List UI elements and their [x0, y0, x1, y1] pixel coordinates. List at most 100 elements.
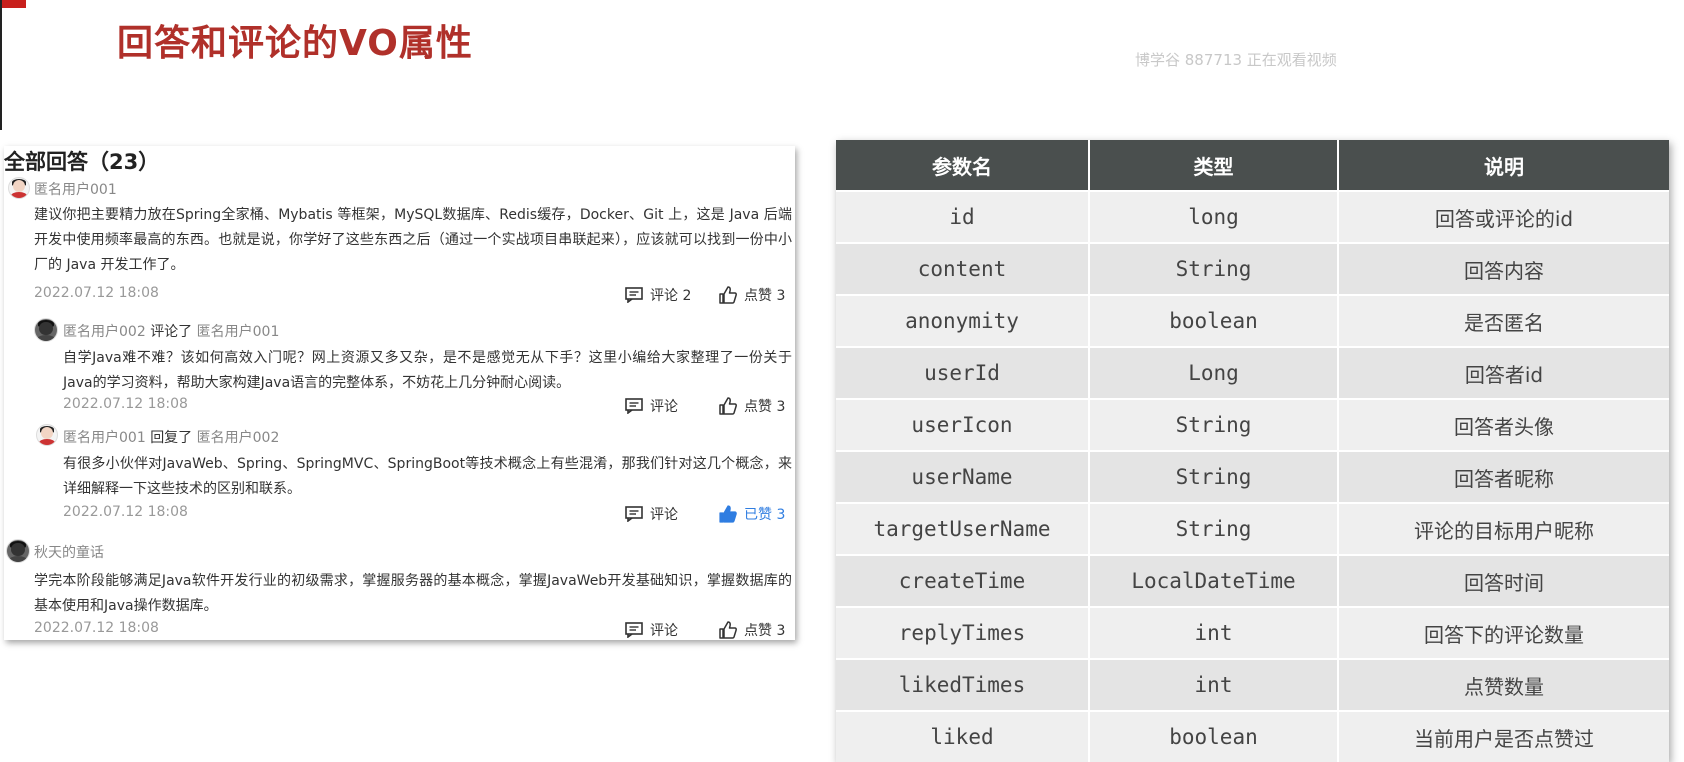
comment-content: 建议你把主要精力放在Spring全家桶、Mybatis 等框架，MySQL数据库… — [34, 207, 792, 273]
type-cell: String — [1089, 450, 1339, 503]
comment-count: 评论 — [650, 623, 678, 639]
description-cell: 评论的目标用户昵称 — [1338, 502, 1669, 555]
table-row: replyTimes int 回答下的评论数量 — [836, 606, 1669, 659]
column-header-description: 说明 — [1338, 140, 1669, 191]
avatar[interactable] — [34, 318, 58, 342]
type-cell: Long — [1089, 346, 1339, 399]
table-row: id long 回答或评论的id — [836, 190, 1669, 243]
type-cell: boolean — [1089, 294, 1339, 347]
comment-icon — [625, 398, 643, 414]
comment-date: 2022.07.12 18:08 — [34, 285, 159, 301]
table-row: liked boolean 当前用户是否点赞过 — [836, 710, 1669, 762]
slide-left-rule — [0, 0, 2, 130]
table-row: userIcon String 回答者头像 — [836, 398, 1669, 451]
column-header-param-name: 参数名 — [836, 140, 1090, 191]
comment-target-user[interactable]: 匿名用户001 — [197, 324, 280, 340]
avatar[interactable] — [36, 424, 58, 446]
slide-title: 回答和评论的VO属性 — [117, 23, 473, 64]
description-cell: 是否匿名 — [1338, 294, 1669, 347]
comment-meta: 匿名用户001 — [34, 179, 117, 199]
param-name-cell: id — [836, 190, 1090, 243]
table-row: userId Long 回答者id — [836, 346, 1669, 399]
answers-panel: 全部回答（23） 匿名用户001 建议你把主要精力放在Spring全家桶、Myb… — [4, 146, 795, 640]
like-count: 已赞 3 — [744, 507, 786, 523]
comment-button[interactable]: 评论 — [625, 620, 678, 640]
like-count: 点赞 3 — [744, 399, 786, 415]
comment-button[interactable]: 评论 — [625, 396, 678, 416]
description-cell: 回答者id — [1338, 346, 1669, 399]
thumbs-up-icon — [719, 397, 737, 415]
comment-content: 学完本阶段能够满足Java软件开发行业的初级需求，掌握服务器的基本概念，掌握Ja… — [34, 573, 792, 614]
comment-count: 评论 2 — [650, 288, 692, 304]
like-count: 点赞 3 — [744, 623, 786, 639]
thumbs-up-filled-icon — [719, 505, 737, 523]
type-cell: long — [1089, 190, 1339, 243]
comment-meta: 匿名用户002 评论了 匿名用户001 — [63, 321, 279, 341]
comment-count: 评论 — [650, 399, 678, 415]
param-name-cell: userIcon — [836, 398, 1090, 451]
thumbs-up-icon — [719, 621, 737, 639]
table-header-row: 参数名 类型 说明 — [836, 140, 1669, 191]
like-button[interactable]: 点赞 3 — [719, 620, 785, 640]
comment-user[interactable]: 匿名用户002 — [63, 324, 146, 340]
param-name-cell: userName — [836, 450, 1090, 503]
comment-meta: 秋天的童话 — [34, 542, 104, 562]
comment-user[interactable]: 匿名用户001 — [34, 182, 117, 198]
comment-date: 2022.07.12 18:08 — [34, 620, 159, 636]
description-cell: 回答者头像 — [1338, 398, 1669, 451]
like-button[interactable]: 点赞 3 — [719, 396, 785, 416]
video-watermark: 博学谷 887713 正在观看视频 — [1135, 51, 1337, 69]
avatar[interactable] — [8, 177, 30, 199]
comment-button[interactable]: 评论 2 — [625, 285, 691, 305]
liked-button[interactable]: 已赞 3 — [719, 504, 785, 524]
comment-target-user[interactable]: 匿名用户002 — [197, 430, 280, 446]
param-name-cell: anonymity — [836, 294, 1090, 347]
thumbs-up-icon — [719, 286, 737, 304]
table-row: targetUserName String 评论的目标用户昵称 — [836, 502, 1669, 555]
comment-content: 自学Java难不难？该如何高效入门呢？网上资源又多又杂，是不是感觉无从下手？这里… — [63, 350, 792, 391]
comment-icon — [625, 506, 643, 522]
slide-corner-mark — [0, 0, 26, 8]
param-name-cell: createTime — [836, 554, 1090, 607]
param-name-cell: liked — [836, 710, 1090, 762]
param-name-cell: replyTimes — [836, 606, 1090, 659]
like-count: 点赞 3 — [744, 288, 786, 304]
like-button[interactable]: 点赞 3 — [719, 285, 785, 305]
table-row: likedTimes int 点赞数量 — [836, 658, 1669, 711]
type-cell: String — [1089, 242, 1339, 295]
description-cell: 点赞数量 — [1338, 658, 1669, 711]
description-cell: 回答者昵称 — [1338, 450, 1669, 503]
type-cell: String — [1089, 398, 1339, 451]
comment-user[interactable]: 秋天的童话 — [34, 545, 104, 561]
comment-icon — [625, 287, 643, 303]
comment-action-verb: 回复了 — [150, 430, 193, 446]
type-cell: boolean — [1089, 710, 1339, 762]
description-cell: 回答或评论的id — [1338, 190, 1669, 243]
type-cell: LocalDateTime — [1089, 554, 1339, 607]
description-cell: 回答下的评论数量 — [1338, 606, 1669, 659]
vo-attributes-table: 参数名 类型 说明 id long 回答或评论的id content String 回答… — [836, 140, 1669, 762]
type-cell: int — [1089, 606, 1339, 659]
avatar[interactable] — [6, 539, 30, 563]
table-row: userName String 回答者昵称 — [836, 450, 1669, 503]
comment-content: 有很多小伙伴对JavaWeb、Spring、SpringMVC、SpringBo… — [63, 456, 792, 497]
type-cell: String — [1089, 502, 1339, 555]
answers-title: 全部回答（23） — [4, 150, 160, 174]
description-cell: 回答内容 — [1338, 242, 1669, 295]
param-name-cell: content — [836, 242, 1090, 295]
description-cell: 当前用户是否点赞过 — [1338, 710, 1669, 762]
comment-count: 评论 — [650, 507, 678, 523]
description-cell: 回答时间 — [1338, 554, 1669, 607]
table-row: content String 回答内容 — [836, 242, 1669, 295]
comment-date: 2022.07.12 18:08 — [63, 504, 188, 520]
comment-action-verb: 评论了 — [150, 324, 193, 340]
table-row: anonymity boolean 是否匿名 — [836, 294, 1669, 347]
column-header-type: 类型 — [1089, 140, 1339, 191]
param-name-cell: likedTimes — [836, 658, 1090, 711]
param-name-cell: targetUserName — [836, 502, 1090, 555]
comment-button[interactable]: 评论 — [625, 504, 678, 524]
comment-user[interactable]: 匿名用户001 — [63, 430, 146, 446]
comment-meta: 匿名用户001 回复了 匿名用户002 — [63, 427, 279, 447]
comment-icon — [625, 622, 643, 638]
table-row: createTime LocalDateTime 回答时间 — [836, 554, 1669, 607]
